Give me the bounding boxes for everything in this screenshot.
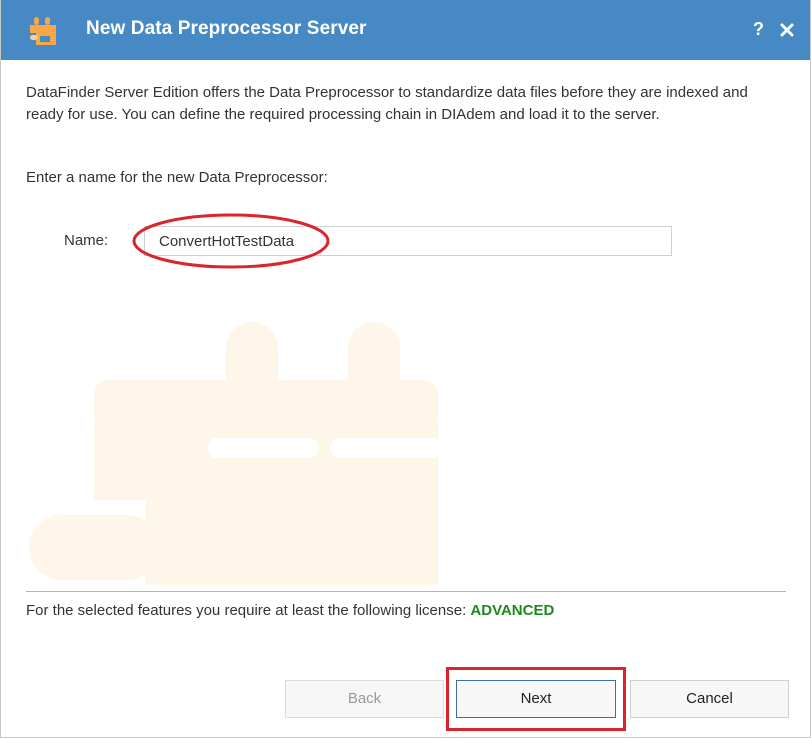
cancel-button[interactable]: Cancel bbox=[630, 680, 789, 718]
name-prompt: Enter a name for the new Data Preprocess… bbox=[26, 169, 328, 186]
license-info: For the selected features you require at… bbox=[26, 602, 554, 619]
license-text: For the selected features you require at… bbox=[26, 602, 467, 619]
close-icon bbox=[780, 23, 794, 37]
new-preprocessor-dialog: New Data Preprocessor Server ? DataFinde… bbox=[0, 0, 811, 738]
next-button[interactable]: Next bbox=[456, 680, 616, 718]
description-text: DataFinder Server Edition offers the Dat… bbox=[26, 84, 748, 123]
name-input[interactable] bbox=[144, 226, 672, 256]
preprocessor-plug-watermark-icon bbox=[29, 322, 441, 585]
help-button[interactable]: ? bbox=[753, 17, 764, 41]
divider bbox=[26, 591, 786, 592]
back-button[interactable]: Back bbox=[285, 680, 444, 718]
license-level: ADVANCED bbox=[470, 602, 555, 619]
name-label: Name: bbox=[64, 232, 109, 249]
preprocessor-plug-icon bbox=[30, 17, 56, 45]
close-button[interactable] bbox=[778, 17, 798, 41]
title-bar: New Data Preprocessor Server ? bbox=[1, 0, 810, 60]
dialog-title: New Data Preprocessor Server bbox=[86, 18, 367, 39]
